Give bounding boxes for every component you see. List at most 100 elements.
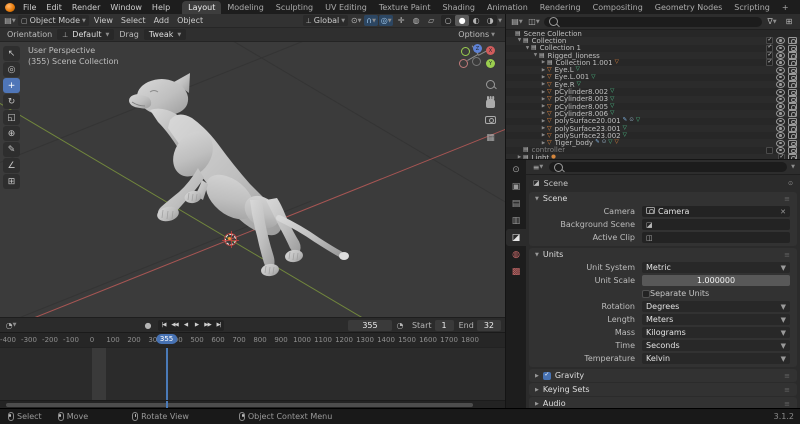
disable-in-renders-icon[interactable]	[788, 110, 797, 117]
hide-in-viewport-icon[interactable]	[776, 125, 785, 132]
disable-in-renders-icon[interactable]	[788, 103, 797, 110]
audio-panel-header[interactable]: ▶Audio≡	[529, 397, 797, 408]
expand-arrow-icon[interactable]: ▶	[540, 111, 547, 116]
disable-in-renders-icon[interactable]	[788, 45, 797, 52]
properties-search-input[interactable]	[549, 162, 787, 172]
length-dropdown[interactable]: Meters▼	[642, 314, 790, 325]
auto-keying-button[interactable]: ●	[141, 320, 155, 331]
toggle-xray-button[interactable]: ▱	[424, 15, 438, 26]
hide-in-viewport-icon[interactable]	[776, 81, 785, 88]
disable-in-renders-icon[interactable]	[788, 125, 797, 132]
drag-setting-dropdown[interactable]: Tweak ▼	[144, 29, 186, 40]
rotation-dropdown[interactable]: Degrees▼	[642, 301, 790, 312]
show-gizmos-button[interactable]: ✛	[394, 15, 408, 26]
blender-logo-icon[interactable]	[5, 3, 15, 12]
next-keyframe-button[interactable]: ▶▶	[202, 320, 213, 331]
gizmo-z-neg[interactable]	[472, 57, 481, 66]
tool-select-box-button[interactable]: ↖	[3, 46, 20, 61]
menu-help[interactable]: Help	[147, 3, 175, 12]
camera-view-button[interactable]	[484, 114, 497, 126]
pivot-point-button[interactable]: ⊙▼	[349, 15, 363, 26]
disable-in-renders-icon[interactable]	[788, 37, 797, 44]
properties-tab-world[interactable]: ◍	[506, 246, 526, 263]
hide-in-viewport-icon[interactable]	[776, 118, 785, 125]
tool-rotate-button[interactable]: ↻	[3, 94, 20, 109]
navigation-gizmo[interactable]: Z X Y	[458, 44, 500, 72]
workspace-tab-modeling[interactable]: Modeling	[221, 1, 269, 14]
disable-in-renders-icon[interactable]	[788, 132, 797, 139]
hide-in-viewport-icon[interactable]	[776, 89, 785, 96]
tool-cursor-button[interactable]: ◎	[3, 62, 20, 77]
menu-edit[interactable]: Edit	[41, 3, 67, 12]
shading-dropdown-icon[interactable]: ▼	[498, 18, 502, 24]
properties-tab-tool[interactable]: ⊙	[506, 161, 526, 178]
timeline-scrollbar[interactable]	[0, 400, 505, 408]
include-checkbox[interactable]	[778, 154, 785, 159]
viewport-menu-select[interactable]: Select	[117, 16, 150, 25]
transform-orientation-dropdown[interactable]: ⊥ Global ▼	[303, 15, 349, 26]
disable-in-renders-icon[interactable]	[788, 89, 797, 96]
disable-in-renders-icon[interactable]	[788, 140, 797, 147]
hide-in-viewport-icon[interactable]	[776, 96, 785, 103]
outliner-row[interactable]: ▶▽polySurface20.001✎⊙▽	[506, 118, 800, 125]
frame-start-field[interactable]: 1	[435, 320, 454, 331]
gravity-panel-header[interactable]: ▶Gravity≡	[529, 369, 797, 382]
use-preview-range-button[interactable]: ◔	[393, 320, 407, 331]
current-frame-field[interactable]: 355	[348, 320, 392, 331]
workspace-tab-animation[interactable]: Animation	[481, 1, 534, 14]
add-workspace-button[interactable]: +	[776, 1, 795, 14]
prev-keyframe-button[interactable]: ◀◀	[169, 320, 180, 331]
temperature-dropdown[interactable]: Kelvin▼	[642, 353, 790, 364]
include-checkbox[interactable]	[766, 59, 773, 66]
hide-in-viewport-icon[interactable]	[776, 140, 785, 147]
hide-in-viewport-icon[interactable]	[776, 59, 785, 66]
show-overlays-button[interactable]: ◍	[409, 15, 423, 26]
expand-arrow-icon[interactable]: ▼	[516, 38, 523, 43]
properties-tab-texture[interactable]: ▩	[506, 263, 526, 280]
expand-arrow-icon[interactable]: ▶	[540, 60, 547, 65]
clear-icon[interactable]: ✕	[780, 208, 786, 216]
outliner-search-input[interactable]	[544, 17, 762, 27]
playhead-frame-badge[interactable]: 355	[156, 334, 177, 344]
mode-dropdown[interactable]: ▢ Object Mode ▼	[18, 15, 89, 26]
timeline-ruler[interactable]: 355 -400-300-200-10001002003004005006007…	[0, 332, 505, 347]
tool-add-cube-button[interactable]: ⊞	[3, 174, 20, 189]
outliner-row[interactable]: ▤controller	[506, 147, 800, 154]
camera-field[interactable]: Camera ✕	[642, 206, 790, 217]
gravity-checkbox[interactable]	[543, 372, 551, 380]
viewport-menu-object[interactable]: Object	[173, 16, 207, 25]
filter-button[interactable]: ∇▼	[765, 16, 779, 27]
hide-in-viewport-icon[interactable]	[776, 37, 785, 44]
options-dropdown[interactable]: Options ▼	[455, 29, 498, 40]
shading-material-preview-button[interactable]: ◐	[469, 15, 483, 26]
disable-in-renders-icon[interactable]	[788, 59, 797, 66]
workspace-tab-scripting[interactable]: Scripting	[728, 1, 776, 14]
mass-dropdown[interactable]: Kilograms▼	[642, 327, 790, 338]
pin-icon[interactable]: ⊙	[788, 180, 793, 187]
properties-editor-type-button[interactable]: ≡▼	[531, 162, 545, 173]
menu-file[interactable]: File	[18, 3, 41, 12]
hide-in-viewport-icon[interactable]	[776, 103, 785, 110]
display-mode-button[interactable]: ◫▼	[527, 16, 541, 27]
disable-in-renders-icon[interactable]	[788, 52, 797, 59]
disable-in-renders-icon[interactable]	[788, 154, 797, 159]
disable-in-renders-icon[interactable]	[788, 81, 797, 88]
lioness-model[interactable]	[0, 42, 505, 317]
outliner-row[interactable]: ▶▽Eye.L.001▽	[506, 74, 800, 81]
gizmo-x[interactable]: X	[486, 46, 495, 55]
zoom-button[interactable]	[484, 78, 497, 90]
outliner-editor-type-button[interactable]: ▤▼	[510, 16, 524, 27]
properties-tab-scene[interactable]: ◪	[506, 229, 526, 246]
tool-annotate-button[interactable]: ✎	[3, 142, 20, 157]
viewport-menu-view[interactable]: View	[90, 16, 117, 25]
expand-arrow-icon[interactable]: ▼	[524, 46, 531, 51]
shading-solid-button[interactable]: ●	[455, 15, 469, 26]
shading-rendered-button[interactable]: ◑	[483, 15, 497, 26]
gizmo-x-neg[interactable]	[459, 59, 468, 68]
hide-in-viewport-icon[interactable]	[776, 45, 785, 52]
units-panel-header[interactable]: ▼ Units ≡	[529, 248, 797, 261]
expand-arrow-icon[interactable]: ▶	[540, 119, 547, 124]
hide-in-viewport-icon[interactable]	[776, 110, 785, 117]
outliner-row[interactable]: ▶▽pCylinder8.003▽	[506, 96, 800, 103]
tool-transform-button[interactable]: ⊕	[3, 126, 20, 141]
